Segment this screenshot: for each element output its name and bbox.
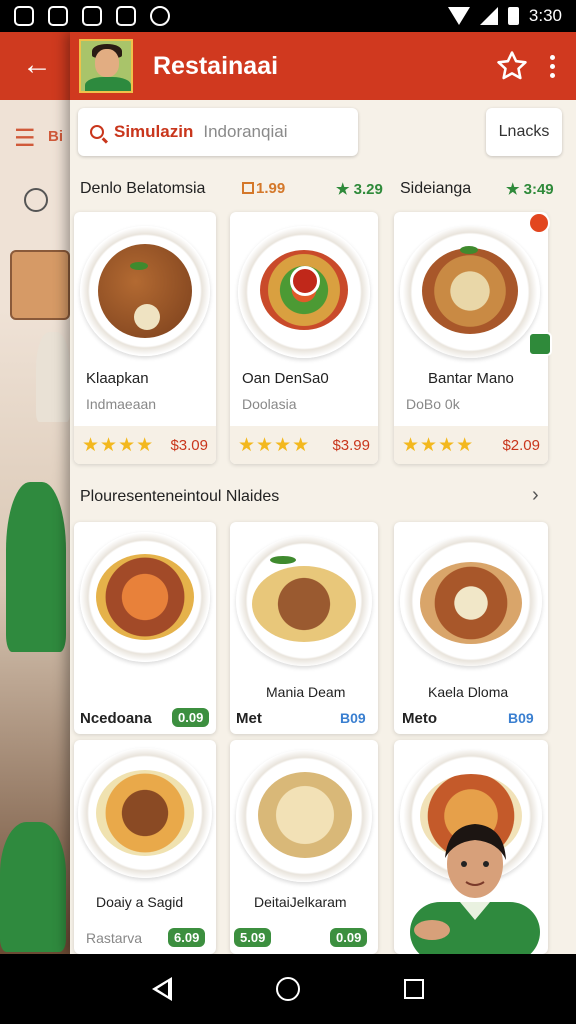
background-toolbar: ← <box>0 32 80 100</box>
dish-subtitle: Doolasia <box>242 396 297 412</box>
app-toolbar: Restainaai <box>70 32 576 100</box>
compass-icon <box>150 6 170 26</box>
battery-icon <box>507 7 519 25</box>
dish-label: Met <box>236 710 262 727</box>
price-tag: 0.09 <box>172 708 210 727</box>
badge-icon <box>242 182 254 194</box>
dish-image <box>80 532 210 662</box>
dish-label: Ncedoana <box>80 710 152 727</box>
section-title-right: Sideianga <box>400 180 472 197</box>
dish-image <box>238 226 370 358</box>
dish-name: Mania Deam <box>266 684 346 700</box>
section-badge: 1.99 <box>256 180 286 197</box>
snacks-button[interactable]: Lnacks <box>486 108 562 156</box>
mail-icon <box>116 6 136 26</box>
nav-back-icon[interactable] <box>152 977 172 1001</box>
search-placeholder: Indoranqiai <box>203 122 288 141</box>
dish-subtitle: DoBo 0k <box>406 396 460 412</box>
dish-image <box>78 748 212 878</box>
app-notification-icon <box>48 6 68 26</box>
background-search-icon[interactable] <box>24 188 48 212</box>
star-rating: ★★★★ <box>402 434 475 456</box>
spicy-indicator-icon <box>528 212 550 234</box>
dish-tile[interactable]: Ncedoana 0.09 <box>74 522 216 734</box>
section-rating-right: ★ 3:49 <box>506 181 554 198</box>
section-header: Denlo Belatomsia 1.99 ★ 3.29 Sideianga ★… <box>70 170 576 206</box>
dish-price: $3.09 <box>170 436 208 454</box>
background-app: ← ☰ Bi <box>0 32 80 954</box>
nav-home-icon[interactable] <box>276 977 300 1001</box>
diner-figure <box>6 482 66 652</box>
section-title: Denlo Belatomsia <box>80 180 206 197</box>
back-arrow-icon[interactable]: ← <box>22 50 52 80</box>
price-tag: 5.09 <box>234 928 272 947</box>
search-value: Simulazin <box>114 122 194 141</box>
vegetarian-indicator-icon <box>528 332 552 356</box>
price-tag: B09 <box>340 710 366 726</box>
wifi-icon <box>447 7 470 25</box>
more-options-icon[interactable] <box>532 46 572 86</box>
chevron-right-icon[interactable]: › <box>532 484 539 507</box>
favorite-star-icon[interactable] <box>492 46 532 86</box>
nav-recents-icon[interactable] <box>404 979 424 999</box>
rating-bar: ★★★★ $3.09 <box>74 426 216 464</box>
navigation-bar <box>0 954 576 1024</box>
diner-figure <box>36 332 70 422</box>
profile-avatar[interactable] <box>79 39 133 93</box>
section-title: Plouresenteneintoul Nlaides <box>80 488 280 505</box>
featured-section: Denlo Belatomsia 1.99 ★ 3.29 Sideianga ★… <box>70 170 576 206</box>
section-rating: ★ 3.29 <box>336 181 383 198</box>
dish-tile[interactable]: Kaela Dloma Meto B09 <box>394 522 548 734</box>
background-avatar <box>10 250 70 320</box>
dish-subtitle: Rastarva <box>86 930 143 946</box>
dish-tile[interactable]: Doaiy a Sagid Rastarva 6.09 <box>74 740 216 954</box>
status-bar: 3:30 <box>0 0 576 32</box>
price-tag: 6.09 <box>168 928 206 947</box>
search-input[interactable]: Simulazin Indoranqiai <box>78 108 358 156</box>
message-icon <box>82 6 102 26</box>
dish-image <box>80 226 210 356</box>
clock: 3:30 <box>528 6 562 25</box>
restaurant-panel: Restainaai Simulazin Indoranqiai Lnacks … <box>70 32 576 954</box>
dish-name: Kaela Dloma <box>428 684 509 700</box>
star-rating: ★★★★ <box>238 434 311 456</box>
screen: 3:30 ← ☰ Bi Restainaai Simulazin Indoran… <box>0 0 576 1024</box>
waiter-illustration <box>400 802 550 954</box>
price-tag: B09 <box>508 710 534 726</box>
dish-price: $3.99 <box>332 436 370 454</box>
rating-bar: ★★★★ $2.09 <box>394 426 548 464</box>
dish-name: Oan DenSa0 <box>242 370 329 387</box>
star-rating: ★★★★ <box>82 434 155 456</box>
dish-image <box>400 536 542 666</box>
signal-icon <box>479 7 498 25</box>
dish-subtitle: Indmaeaan <box>86 396 157 412</box>
background-menu-label: Bi <box>48 128 63 145</box>
dish-price: $2.09 <box>502 436 540 454</box>
dish-card[interactable]: Bantar Mano DoBo 0k ★★★★ $2.09 <box>394 212 552 464</box>
menu-icon[interactable]: ☰ <box>14 124 36 153</box>
dish-image <box>400 226 540 358</box>
dish-name: Doaiy a Sagid <box>96 894 184 910</box>
dish-card[interactable]: Oan DenSa0 Doolasia ★★★★ $3.99 <box>230 212 378 464</box>
notification-icon <box>14 6 34 26</box>
dish-card[interactable]: Klaapkan Indmaeaan ★★★★ $3.09 <box>74 212 216 464</box>
dish-label: Meto <box>402 710 437 727</box>
dish-image <box>236 750 372 882</box>
dish-image <box>236 536 372 666</box>
app-title: Restainaai <box>153 51 279 80</box>
diner-figure <box>0 822 66 952</box>
search-icon <box>90 125 104 139</box>
dish-name: DeitaiJelkaram <box>254 894 347 910</box>
price-tag: 0.09 <box>330 928 368 947</box>
dish-name: Klaapkan <box>86 370 149 387</box>
rating-bar: ★★★★ $3.99 <box>230 426 378 464</box>
dish-tile[interactable]: Mania Deam Met B09 <box>230 522 378 734</box>
dish-tile[interactable]: DeitaiJelkaram 5.09 0.09 <box>230 740 378 954</box>
dish-name: Bantar Mano <box>428 370 514 387</box>
